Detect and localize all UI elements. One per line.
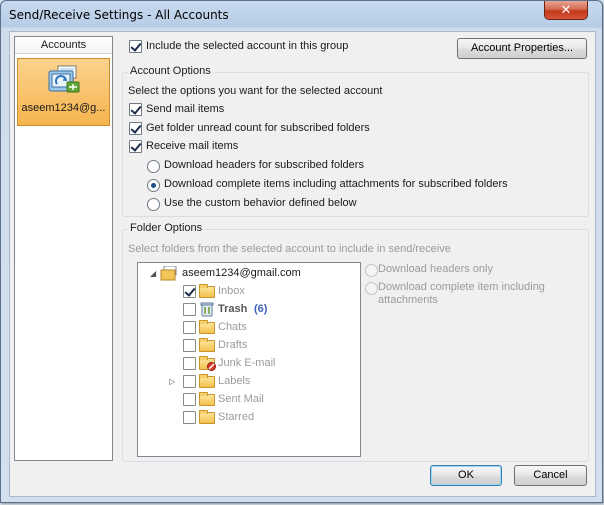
collapse-arrow-icon[interactable]: ◢ — [150, 269, 156, 278]
inbox-folder-icon — [199, 284, 215, 298]
download-headers-radio[interactable] — [147, 160, 160, 173]
title-bar[interactable]: Send/Receive Settings - All Accounts ✕ — [1, 1, 602, 29]
download-headers-label: Download headers for subscribed folders — [164, 159, 364, 171]
tree-item-labels[interactable]: ▷ Labels — [138, 373, 358, 390]
folder-download-headers-radio[interactable] — [365, 264, 378, 277]
receive-mail-label: Receive mail items — [146, 140, 239, 152]
include-account-checkbox[interactable] — [129, 40, 142, 53]
folder-download-complete-label-line2: attachments — [378, 294, 438, 306]
trash-icon — [200, 302, 214, 317]
tree-item-junk[interactable]: Junk E-mail — [138, 355, 358, 372]
chats-checkbox[interactable] — [183, 321, 196, 334]
window-title: Send/Receive Settings - All Accounts — [9, 8, 229, 22]
labels-folder-icon — [199, 374, 215, 388]
junk-badge-icon — [207, 362, 216, 371]
cancel-button[interactable]: Cancel — [514, 465, 587, 486]
account-options-description: Select the options you want for the sele… — [128, 85, 383, 97]
ok-button[interactable]: OK — [430, 465, 502, 486]
sent-mail-checkbox[interactable] — [183, 393, 196, 406]
sent-mail-label: Sent Mail — [218, 393, 264, 405]
folder-tree: ◢ aseem1234@gmail.com Inbox Trash (6) Ch… — [137, 262, 361, 457]
drafts-label: Drafts — [218, 339, 248, 351]
drafts-folder-icon — [199, 338, 215, 352]
expand-arrow-icon[interactable]: ▷ — [169, 377, 175, 386]
dialog-client-area: Accounts aseem1234@g... Include the sele… — [9, 31, 596, 497]
close-icon: ✕ — [560, 2, 572, 17]
receive-mail-checkbox[interactable] — [129, 140, 142, 153]
junk-checkbox[interactable] — [183, 357, 196, 370]
trash-label: Trash — [218, 303, 248, 315]
folder-download-headers-label: Download headers only — [378, 263, 493, 275]
download-complete-label: Download complete items including attach… — [164, 178, 508, 190]
tree-item-drafts[interactable]: Drafts — [138, 337, 358, 354]
download-complete-radio[interactable] — [147, 179, 160, 192]
tree-item-inbox[interactable]: Inbox — [138, 283, 358, 300]
labels-label: Labels — [218, 375, 251, 387]
custom-behavior-radio[interactable] — [147, 198, 160, 211]
account-properties-button[interactable]: Account Properties... — [457, 38, 587, 59]
account-name: aseem1234@g... — [21, 102, 106, 114]
tree-root-label: aseem1234@gmail.com — [182, 267, 301, 279]
tree-item-trash[interactable]: Trash (6) — [138, 301, 358, 318]
sent-mail-folder-icon — [199, 392, 215, 406]
account-folder-icon — [160, 266, 177, 281]
tree-item-chats[interactable]: Chats — [138, 319, 358, 336]
unread-count-checkbox[interactable] — [129, 122, 142, 135]
folder-download-complete-label: Download complete item including — [378, 281, 545, 293]
inbox-checkbox[interactable] — [183, 285, 196, 298]
labels-checkbox[interactable] — [183, 375, 196, 388]
chats-label: Chats — [218, 321, 247, 333]
tree-item-starred[interactable]: Starred — [138, 409, 358, 426]
accounts-header: Accounts — [15, 37, 112, 54]
custom-behavior-label: Use the custom behavior defined below — [164, 197, 357, 209]
folder-download-complete-radio[interactable] — [365, 282, 378, 295]
drafts-checkbox[interactable] — [183, 339, 196, 352]
send-receive-settings-dialog: Send/Receive Settings - All Accounts ✕ A… — [0, 0, 603, 503]
folder-options-description: Select folders from the selected account… — [128, 243, 451, 255]
tree-root[interactable]: ◢ aseem1234@gmail.com — [138, 265, 358, 282]
junk-label: Junk E-mail — [218, 357, 276, 369]
close-button[interactable]: ✕ — [544, 1, 588, 20]
accounts-list: Accounts aseem1234@g... — [14, 36, 113, 461]
starred-folder-icon — [199, 410, 215, 424]
send-mail-checkbox[interactable] — [129, 103, 142, 116]
account-item[interactable]: aseem1234@g... — [17, 58, 110, 126]
unread-count-label: Get folder unread count for subscribed f… — [146, 122, 370, 134]
include-account-label: Include the selected account in this gro… — [146, 40, 349, 52]
starred-label: Starred — [218, 411, 255, 423]
mail-account-icon — [48, 65, 80, 93]
account-options-title: Account Options — [128, 65, 213, 77]
chats-folder-icon — [199, 320, 215, 334]
send-mail-label: Send mail items — [146, 103, 225, 115]
folder-options-title: Folder Options — [128, 222, 205, 234]
trash-checkbox[interactable] — [183, 303, 196, 316]
inbox-label: Inbox — [218, 285, 245, 297]
tree-item-sent-mail[interactable]: Sent Mail — [138, 391, 358, 408]
starred-checkbox[interactable] — [183, 411, 196, 424]
trash-unread-count: (6) — [254, 303, 268, 315]
